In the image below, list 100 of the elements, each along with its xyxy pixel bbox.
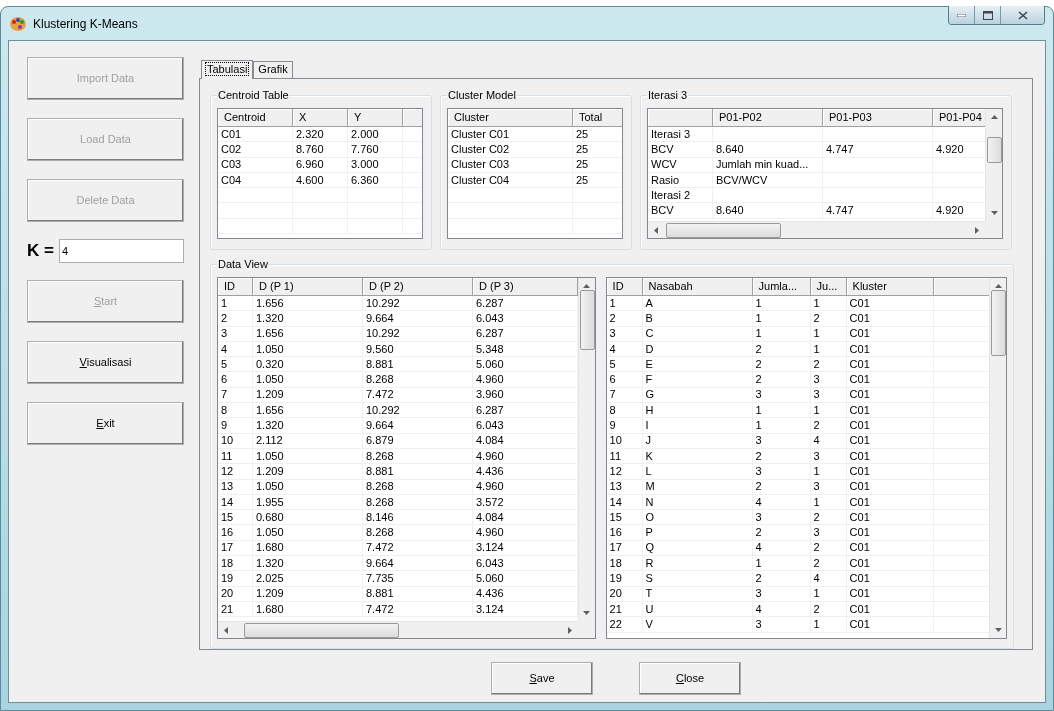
horizontal-scrollbar[interactable] [648, 221, 985, 238]
table-cell: 6 [609, 373, 616, 387]
palette-icon [9, 15, 27, 32]
table-cell: 17 [609, 541, 622, 555]
table-cell: Cluster C03 [451, 158, 510, 172]
table-cell: Cluster C02 [451, 142, 510, 156]
footer-button[interactable]: Close [639, 662, 741, 695]
table-cell: 12 [221, 464, 234, 478]
table-cell: Cluster C04 [451, 173, 510, 187]
table-cell: 4.436 [476, 587, 504, 601]
table-cell: C01 [849, 296, 870, 310]
sidebar-button[interactable]: Visualisasi [27, 340, 184, 384]
table-cell: 5 [609, 357, 616, 371]
table-cell: 8.146 [366, 510, 394, 524]
scroll-down-arrow-icon[interactable] [994, 628, 1002, 632]
scroll-up-arrow-icon[interactable] [583, 284, 591, 288]
scroll-up-arrow-icon[interactable] [990, 115, 998, 119]
column-header[interactable]: X [293, 109, 348, 126]
table-cell: B [645, 311, 653, 325]
table-cell: 11 [609, 449, 621, 463]
table-cell: 3 [755, 434, 762, 448]
table-cell: 16 [609, 526, 622, 540]
maximize-button[interactable] [975, 6, 1001, 24]
table-cell: WCV [651, 158, 677, 172]
column-header[interactable]: ID [606, 278, 643, 295]
scroll-right-arrow-icon[interactable] [975, 226, 979, 234]
minimize-icon [957, 13, 966, 17]
vertical-scrollbar[interactable] [985, 109, 1002, 221]
table-cell: 6.043 [476, 556, 504, 570]
table-cell: C01 [849, 617, 870, 631]
table-cell: U [645, 602, 654, 616]
column-header[interactable]: Kluster [846, 278, 934, 295]
close-button[interactable] [1001, 6, 1044, 24]
header-cell[interactable] [648, 109, 713, 126]
scroll-left-arrow-icon[interactable] [224, 626, 228, 634]
scroll-up-arrow-icon[interactable] [994, 284, 1002, 288]
column-header[interactable]: D (P 1) [253, 278, 363, 295]
table-cell: 7 [609, 388, 616, 402]
scroll-down-arrow-icon[interactable] [990, 211, 998, 215]
table-cell: 2 [755, 357, 762, 371]
group-title: Data View [217, 257, 269, 271]
table-cell: 4.960 [476, 449, 504, 463]
window-title: Klustering K-Means [33, 15, 138, 33]
table-cell: 1 [813, 464, 820, 478]
table-cell: 21 [221, 602, 234, 616]
column-header[interactable]: Y [348, 109, 403, 126]
table-cell: 8.268 [366, 526, 394, 540]
scrollbar-thumb[interactable] [244, 623, 399, 638]
table-cell: 17 [221, 541, 234, 555]
k-input-field[interactable]: 4 [59, 238, 184, 263]
table-cell: 2.025 [256, 572, 284, 585]
scroll-right-arrow-icon[interactable] [567, 626, 572, 634]
table-cell: C01 [849, 357, 870, 371]
table-cell: 2 [755, 449, 762, 463]
table-cell: O [645, 510, 655, 524]
table-cell: 1 [609, 296, 616, 310]
tab[interactable]: Grafik [253, 61, 293, 78]
table-cell: 1 [813, 495, 820, 509]
table-cell: 1.050 [256, 480, 284, 494]
table-cell: 3 [813, 480, 820, 494]
table-cell: C01 [849, 419, 870, 432]
table-cell: 1 [813, 617, 820, 631]
vertical-scrollbar[interactable] [989, 278, 1006, 638]
table-cell: BCV [651, 142, 674, 156]
column-header[interactable]: Ju... [810, 278, 847, 295]
table-cell: C01 [849, 342, 870, 356]
table-cell: 10 [221, 434, 234, 448]
table-cell: 2 [609, 311, 616, 325]
column-header[interactable]: Nasabah [642, 278, 753, 295]
table-cell: 3 [813, 526, 820, 540]
column-header[interactable]: D (P 2) [363, 278, 473, 295]
horizontal-scrollbar[interactable] [218, 621, 578, 638]
table-cell: Jumlah min kuad... [716, 158, 809, 172]
table-cell: 1.656 [256, 327, 284, 341]
column-header[interactable]: Jumla... [752, 278, 811, 295]
scroll-down-arrow-icon[interactable] [583, 611, 591, 615]
sidebar-button[interactable]: Exit [27, 401, 184, 445]
table-cell: 2 [755, 572, 762, 585]
table-cell: 4.920 [936, 204, 964, 218]
k-label: K = [27, 240, 55, 262]
column-header[interactable]: P01-P03 [823, 109, 933, 126]
tab[interactable]: Tabulasi [201, 60, 254, 79]
table-cell: 11 [221, 449, 233, 463]
table-cell: 10.292 [366, 327, 400, 341]
column-header[interactable]: P01-P02 [713, 109, 823, 126]
table-cell: 15 [609, 510, 622, 524]
table-cell: 22 [609, 617, 622, 631]
scrollbar-thumb[interactable] [987, 137, 1002, 163]
column-header[interactable]: Cluster [448, 109, 573, 126]
group-title: Iterasi 3 [647, 88, 689, 102]
scrollbar-thumb[interactable] [579, 290, 595, 350]
column-header[interactable]: Centroid [218, 109, 293, 126]
footer-button[interactable]: Save [491, 662, 593, 695]
column-header[interactable]: Total [573, 109, 622, 126]
scroll-left-arrow-icon[interactable] [654, 226, 658, 234]
table-cell: 1 [813, 296, 820, 310]
scrollbar-thumb[interactable] [666, 223, 781, 238]
table-cell: 2.112 [256, 434, 283, 448]
scrollbar-thumb[interactable] [991, 290, 1006, 356]
column-header[interactable]: ID [218, 278, 253, 295]
